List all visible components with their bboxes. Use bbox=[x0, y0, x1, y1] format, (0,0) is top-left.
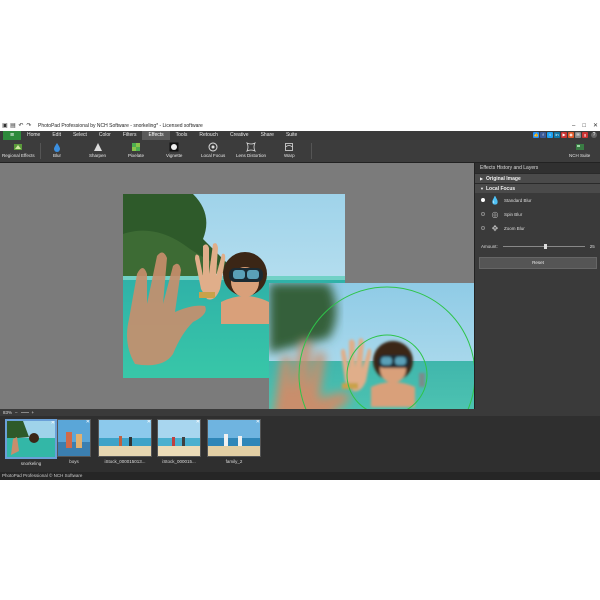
canvas-workspace[interactable] bbox=[0, 163, 489, 465]
close-thumbnail-icon[interactable]: ✕ bbox=[51, 421, 55, 426]
maximize-button[interactable]: □ bbox=[582, 123, 586, 129]
app-icon: ▣ bbox=[2, 122, 8, 129]
tab-color[interactable]: Color bbox=[93, 131, 117, 140]
tab-tools[interactable]: Tools bbox=[170, 131, 194, 140]
lens-distortion-button[interactable]: Lens Distortion bbox=[236, 142, 266, 158]
effects-toolbar: Regional Effects Blur Sharpen Pixelate V… bbox=[0, 140, 600, 163]
amount-value: 25 bbox=[589, 243, 595, 249]
zoom-out-button[interactable]: – bbox=[15, 410, 18, 415]
linkedin-icon[interactable]: in bbox=[554, 132, 560, 138]
main-menu-button[interactable]: ≡ bbox=[3, 131, 21, 140]
standard-blur-option[interactable]: 💧 Standard Blur bbox=[475, 193, 600, 207]
zoom-blur-icon: ✥ bbox=[491, 223, 499, 233]
pixelate-icon bbox=[131, 142, 141, 152]
tab-retouch[interactable]: Retouch bbox=[193, 131, 224, 140]
image-filmstrip: ✕ snorkeling ✕ boys ✕ iStock_000015013..… bbox=[0, 416, 600, 472]
radio-selected[interactable] bbox=[481, 198, 485, 202]
zoom-slider[interactable] bbox=[20, 412, 29, 413]
thumbnail-snorkeling[interactable]: ✕ snorkeling bbox=[5, 419, 57, 466]
local-focus-icon bbox=[208, 142, 218, 152]
chat-icon[interactable]: ✉ bbox=[575, 132, 581, 138]
amount-slider-knob[interactable] bbox=[543, 243, 547, 249]
amount-control: Amount: 25 bbox=[475, 241, 600, 251]
photopad-window: ▣ ▤ ↶ ↷ PhotoPad Professional by NCH Sof… bbox=[0, 120, 600, 480]
sharpen-button[interactable]: Sharpen bbox=[89, 142, 106, 158]
tab-select[interactable]: Select bbox=[67, 131, 93, 140]
zoom-level[interactable]: 83% bbox=[3, 410, 12, 415]
close-thumbnail-icon[interactable]: ✕ bbox=[256, 420, 260, 425]
youtube-icon[interactable]: ▶ bbox=[561, 132, 567, 138]
tab-home[interactable]: Home bbox=[21, 131, 46, 140]
close-button[interactable]: ✕ bbox=[593, 122, 598, 129]
sharpen-icon bbox=[93, 142, 103, 152]
save-icon[interactable]: ▤ bbox=[10, 123, 16, 129]
close-thumbnail-icon[interactable]: ✕ bbox=[196, 420, 200, 425]
thumbnail-image: ✕ bbox=[157, 419, 201, 457]
amount-label: Amount: bbox=[481, 243, 498, 249]
thumbnail-image: ✕ bbox=[57, 419, 91, 457]
window-controls: – □ ✕ bbox=[572, 120, 598, 131]
google-icon[interactable]: g bbox=[582, 132, 588, 138]
twitter-icon[interactable]: t bbox=[547, 132, 553, 138]
tab-suite[interactable]: Suite bbox=[280, 131, 303, 140]
thumbnail-family-2[interactable]: ✕ family_2 bbox=[207, 419, 261, 464]
local-focus-layer[interactable]: ▼ Local Focus bbox=[475, 183, 600, 193]
close-thumbnail-icon[interactable]: ✕ bbox=[147, 420, 151, 425]
undo-icon[interactable]: ↶ bbox=[18, 123, 24, 129]
blur-drop-icon bbox=[52, 142, 62, 152]
window-title: PhotoPad Professional by NCH Software - … bbox=[38, 122, 203, 129]
thumbnail-image: ✕ bbox=[5, 419, 57, 459]
status-bar: PhotoPad Professional © NCH Software bbox=[0, 472, 600, 480]
tab-filters[interactable]: Filters bbox=[117, 131, 143, 140]
vignette-icon bbox=[169, 142, 179, 152]
close-thumbnail-icon[interactable]: ✕ bbox=[86, 420, 90, 425]
title-bar: ▣ ▤ ↶ ↷ PhotoPad Professional by NCH Sof… bbox=[0, 120, 600, 131]
spin-blur-option[interactable]: ◎ Spin Blur bbox=[475, 207, 600, 221]
social-links: 👍 f t in ▶ ◉ ✉ g bbox=[533, 132, 588, 138]
menu-bar: ≡ Home Edit Select Color Filters Effects… bbox=[0, 131, 600, 140]
lens-distortion-icon bbox=[246, 142, 256, 152]
regional-effects-button[interactable]: Regional Effects bbox=[2, 142, 35, 158]
thumbnail-boys[interactable]: ✕ boys bbox=[57, 419, 91, 464]
zoom-bar: 83% – + bbox=[0, 409, 600, 416]
thumbnail-istock-1[interactable]: ✕ iStock_000015013... bbox=[98, 419, 152, 464]
vignette-button[interactable]: Vignette bbox=[166, 142, 182, 158]
warp-button[interactable]: Warp bbox=[284, 142, 295, 158]
warp-icon bbox=[284, 142, 294, 152]
tab-edit[interactable]: Edit bbox=[46, 131, 67, 140]
help-icon[interactable]: ? bbox=[591, 132, 597, 138]
local-focus-button[interactable]: Local Focus bbox=[201, 142, 225, 158]
thumbnail-istock-2[interactable]: ✕ iStock_000015... bbox=[157, 419, 201, 464]
redo-icon[interactable]: ↷ bbox=[26, 123, 32, 129]
original-image-layer[interactable]: ▶ Original Image bbox=[475, 173, 600, 183]
effects-history-panel: Effects History and Layers ▶ Original Ima… bbox=[474, 163, 600, 409]
minimize-button[interactable]: – bbox=[572, 123, 575, 129]
standard-blur-icon: 💧 bbox=[490, 195, 500, 205]
panel-title: Effects History and Layers bbox=[475, 163, 600, 173]
facebook-icon[interactable]: f bbox=[540, 132, 546, 138]
nch-suite-button[interactable]: NCH Suite bbox=[569, 142, 590, 158]
tab-effects[interactable]: Effects bbox=[142, 131, 170, 140]
toolbar-separator bbox=[40, 143, 41, 159]
radio-unselected[interactable] bbox=[481, 226, 485, 230]
blur-button[interactable]: Blur bbox=[52, 142, 62, 158]
regional-effects-icon bbox=[13, 142, 23, 152]
radio-unselected[interactable] bbox=[481, 212, 485, 216]
quick-access-toolbar: ▣ ▤ ↶ ↷ bbox=[2, 123, 32, 129]
toolbar-separator bbox=[311, 143, 312, 159]
zoom-in-button[interactable]: + bbox=[32, 410, 35, 415]
amount-slider[interactable] bbox=[502, 243, 585, 249]
thumbnail-image: ✕ bbox=[98, 419, 152, 457]
tab-share[interactable]: Share bbox=[255, 131, 280, 140]
tab-creative[interactable]: Creative bbox=[224, 131, 255, 140]
thumbnail-image: ✕ bbox=[207, 419, 261, 457]
reset-button[interactable]: Reset bbox=[479, 257, 597, 269]
zoom-blur-option[interactable]: ✥ Zoom Blur bbox=[475, 221, 600, 235]
like-icon[interactable]: 👍 bbox=[533, 132, 539, 138]
spin-blur-icon: ◎ bbox=[491, 209, 499, 219]
nch-suite-icon bbox=[575, 142, 585, 152]
pixelate-button[interactable]: Pixelate bbox=[128, 142, 144, 158]
rss-icon[interactable]: ◉ bbox=[568, 132, 574, 138]
